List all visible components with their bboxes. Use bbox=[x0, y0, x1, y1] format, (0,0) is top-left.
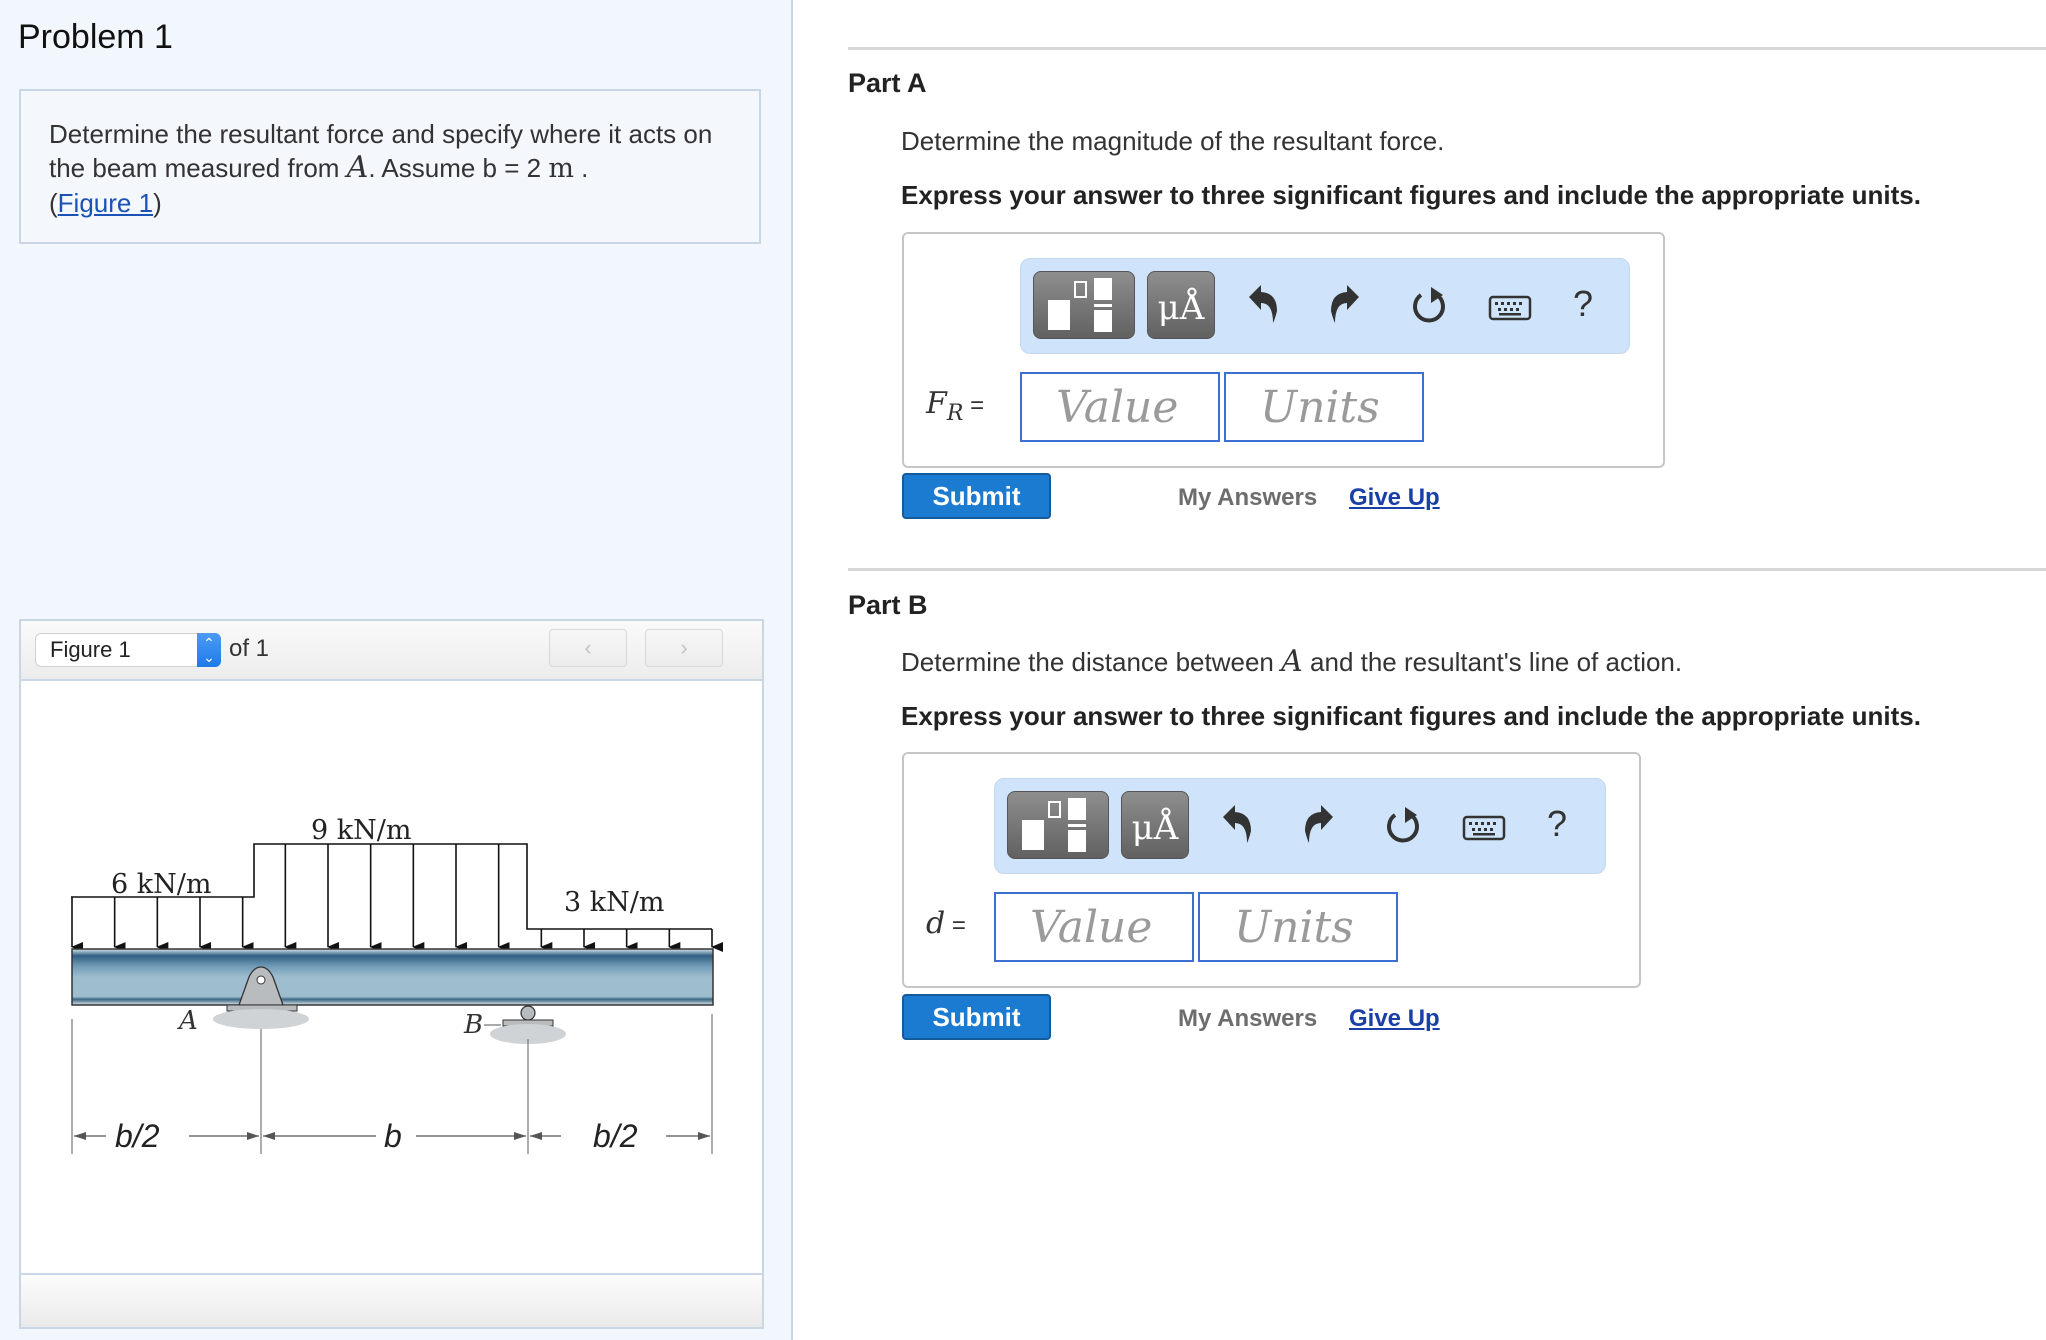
symbols-icon: μÅ bbox=[1157, 288, 1205, 328]
part-b-instructions: Express your answer to three significant… bbox=[901, 701, 1921, 731]
undo-icon bbox=[1223, 805, 1251, 843]
part-b-title: Part B bbox=[848, 590, 928, 620]
reset-button[interactable] bbox=[1407, 281, 1451, 331]
paren: ( bbox=[49, 188, 58, 218]
part-b-give-up-link[interactable]: Give Up bbox=[1349, 1005, 1440, 1033]
redo-button[interactable] bbox=[1295, 801, 1339, 851]
reset-icon bbox=[1413, 287, 1445, 323]
figure-viewer: Figure 1 ⌃ ⌄ of 1 ‹ › 6 kN/m 9 kN/m 3 kN… bbox=[19, 619, 764, 1329]
chevron-right-icon: › bbox=[680, 635, 688, 660]
reset-button[interactable] bbox=[1381, 801, 1425, 851]
keyboard-button[interactable] bbox=[1459, 801, 1509, 851]
beam-diagram: 6 kN/m 9 kN/m 3 kN/m A B b/2 b b/2 bbox=[71, 815, 723, 1154]
keyboard-icon bbox=[1462, 815, 1506, 841]
figure-count: of 1 bbox=[229, 635, 270, 662]
part-a-divider bbox=[848, 47, 2046, 50]
problem-panel: Problem 1 Determine the resultant force … bbox=[0, 0, 793, 1340]
symbols-button[interactable]: μÅ bbox=[1147, 271, 1215, 339]
part-b-my-answers[interactable]: My Answers bbox=[1178, 1005, 1317, 1033]
redo-button[interactable] bbox=[1321, 281, 1365, 331]
statement-text: . Assume b = 2 bbox=[368, 153, 549, 183]
beam bbox=[71, 948, 714, 1006]
figure-canvas: 6 kN/m 9 kN/m 3 kN/m A B b/2 b b/2 bbox=[21, 679, 762, 1259]
part-a-units-input[interactable] bbox=[1224, 372, 1424, 442]
part-a-answer-box: μÅ ? FR = bbox=[902, 232, 1665, 468]
support-label-b: B bbox=[463, 1010, 483, 1040]
paren: ) bbox=[153, 188, 162, 218]
undo-button[interactable] bbox=[1243, 281, 1287, 331]
statement-text: . bbox=[573, 153, 589, 183]
figure-footer bbox=[21, 1273, 762, 1327]
help-icon: ? bbox=[1546, 803, 1568, 844]
next-figure-button[interactable]: › bbox=[645, 629, 723, 667]
statement-variable-a: A bbox=[346, 150, 369, 185]
part-a-give-up-link[interactable]: Give Up bbox=[1349, 484, 1440, 512]
figure-select-value: Figure 1 bbox=[50, 637, 131, 662]
prompt-text: and the resultant's line of action. bbox=[1302, 647, 1683, 677]
part-a-prompt: Determine the magnitude of the resultant… bbox=[901, 126, 1445, 156]
variable-main: F bbox=[926, 386, 947, 421]
chevron-left-icon: ‹ bbox=[584, 635, 592, 660]
part-b-units-input[interactable] bbox=[1198, 892, 1398, 962]
templates-button[interactable] bbox=[1007, 791, 1109, 859]
part-a-title: Part A bbox=[848, 68, 927, 98]
prev-figure-button[interactable]: ‹ bbox=[549, 629, 627, 667]
part-b-answer-box: μÅ ? d = bbox=[902, 752, 1641, 988]
part-a-math-toolbar: μÅ ? bbox=[1020, 258, 1630, 354]
keyboard-icon bbox=[1488, 295, 1532, 321]
dimension-label-right: b/2 bbox=[593, 1118, 638, 1154]
part-b-submit-button[interactable]: Submit bbox=[902, 994, 1051, 1040]
dimension-label-left: b/2 bbox=[115, 1118, 160, 1154]
part-b-divider bbox=[848, 568, 2046, 571]
help-button[interactable]: ? bbox=[1561, 281, 1605, 331]
reset-icon bbox=[1387, 807, 1419, 843]
part-a-instructions: Express your answer to three significant… bbox=[901, 180, 1921, 210]
load-label-right: 3 kN/m bbox=[564, 887, 664, 918]
part-b-variable-label: d = bbox=[926, 906, 966, 941]
variable-subscript: R bbox=[946, 401, 964, 426]
dimension-label-middle: b bbox=[384, 1118, 402, 1154]
statement-unit: m bbox=[548, 153, 574, 184]
templates-icon bbox=[1022, 798, 1086, 852]
equals-sign: = bbox=[945, 912, 966, 939]
help-icon: ? bbox=[1572, 283, 1594, 324]
part-b-prompt: Determine the distance between A and the… bbox=[901, 644, 1682, 679]
equals-sign: = bbox=[963, 392, 985, 419]
part-a-value-input[interactable] bbox=[1020, 372, 1220, 442]
figure-select[interactable]: Figure 1 ⌃ ⌄ bbox=[35, 633, 221, 667]
undo-button[interactable] bbox=[1217, 801, 1261, 851]
part-a-variable-label: FR = bbox=[926, 386, 984, 426]
part-b-math-toolbar: μÅ ? bbox=[994, 778, 1606, 874]
support-label-a: A bbox=[177, 1006, 198, 1036]
part-a-submit-button[interactable]: Submit bbox=[902, 473, 1051, 519]
roller-support-b bbox=[490, 1005, 566, 1044]
help-button[interactable]: ? bbox=[1535, 801, 1579, 851]
part-a-my-answers[interactable]: My Answers bbox=[1178, 484, 1317, 512]
problem-title: Problem 1 bbox=[18, 18, 173, 56]
keyboard-button[interactable] bbox=[1485, 281, 1535, 331]
load-label-middle: 9 kN/m bbox=[311, 815, 411, 846]
prompt-variable-a: A bbox=[1281, 644, 1303, 679]
templates-icon bbox=[1048, 278, 1112, 332]
templates-button[interactable] bbox=[1033, 271, 1135, 339]
problem-statement: Determine the resultant force and specif… bbox=[19, 89, 761, 244]
undo-icon bbox=[1249, 285, 1277, 323]
redo-icon bbox=[1331, 285, 1359, 323]
redo-icon bbox=[1305, 805, 1333, 843]
load-label-left: 6 kN/m bbox=[111, 869, 211, 900]
part-b-value-input[interactable] bbox=[994, 892, 1194, 962]
symbols-icon: μÅ bbox=[1131, 808, 1179, 848]
symbols-button[interactable]: μÅ bbox=[1121, 791, 1189, 859]
variable-main: d bbox=[926, 906, 946, 941]
figure-nav: Figure 1 ⌃ ⌄ of 1 ‹ › bbox=[21, 621, 762, 681]
select-stepper-icon[interactable]: ⌃ ⌄ bbox=[197, 633, 221, 667]
prompt-text: Determine the distance between bbox=[901, 647, 1282, 677]
figure-link[interactable]: Figure 1 bbox=[58, 188, 153, 218]
